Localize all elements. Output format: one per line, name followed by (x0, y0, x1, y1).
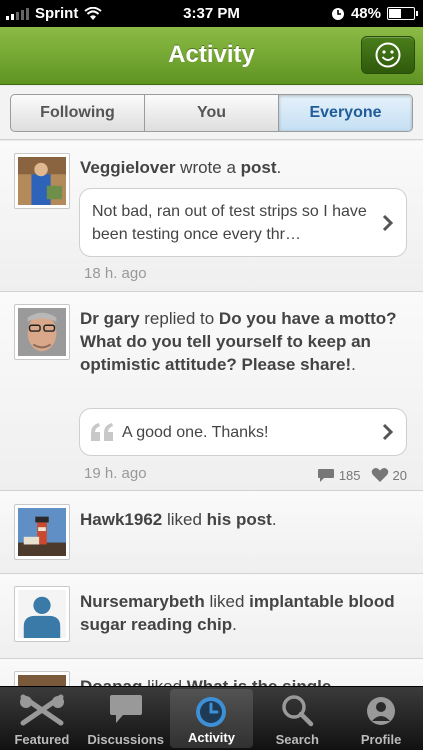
preview-text: A good one. Thanks! (122, 424, 269, 441)
feed-item[interactable]: Doapag liked What is the single (0, 659, 423, 686)
chevron-right-icon (382, 214, 394, 231)
tab-bar: Featured Discussions Activity Search Pro… (0, 686, 423, 750)
reply-stats: 185 20 (317, 467, 407, 483)
page-title: Activity (168, 41, 255, 68)
feed-item[interactable]: Veggielover wrote a post. Not bad, ran o… (0, 141, 423, 292)
avatar[interactable] (14, 304, 70, 360)
clock-icon (196, 697, 227, 727)
quote-icon (91, 423, 113, 441)
activity-text: Dr gary replied to Do you have a motto? … (80, 309, 397, 374)
user-photo-icon (18, 675, 66, 686)
activity-text: Doapag liked What is the single (80, 675, 411, 686)
battery-icon (387, 7, 418, 20)
search-icon (282, 695, 314, 727)
tab-label: Discussions (87, 732, 164, 747)
comment-count: 185 (338, 467, 361, 483)
battery-percent: 48% (350, 5, 381, 22)
segment-following[interactable]: Following (11, 95, 145, 131)
activity-text: Veggielover wrote a post. (80, 158, 282, 177)
feed-item[interactable]: Nursemarybeth liked implantable blood su… (0, 574, 423, 659)
avatar[interactable] (14, 153, 70, 209)
comment-icon (317, 468, 334, 482)
segment-you[interactable]: You (145, 95, 279, 131)
chevron-right-icon (382, 423, 394, 441)
like-count: 20 (392, 467, 407, 483)
avatar[interactable] (14, 504, 70, 560)
post-preview[interactable]: Not bad, ran out of test strips so I hav… (79, 188, 407, 257)
profile-icon (367, 697, 396, 725)
reply-preview[interactable]: A good one. Thanks! (79, 408, 407, 456)
username[interactable]: Doapag (80, 677, 142, 686)
avatar[interactable] (14, 671, 70, 686)
user-photo-icon (18, 308, 66, 356)
user-photo-icon (18, 157, 66, 205)
tab-label: Activity (188, 730, 235, 745)
tab-discussions[interactable]: Discussions (84, 687, 168, 750)
segmented-control: Following You Everyone (10, 94, 413, 132)
mood-button[interactable] (361, 36, 415, 74)
username[interactable]: Dr gary (80, 309, 140, 328)
preview-text: Not bad, ran out of test strips so I hav… (92, 203, 367, 243)
activity-target[interactable]: What is the single (187, 677, 332, 686)
nav-bar: Activity (0, 27, 423, 85)
alarm-clock-icon (331, 7, 344, 20)
feed-item[interactable]: Hawk1962 liked his post. (0, 491, 423, 574)
tab-activity[interactable]: Activity (169, 689, 254, 748)
username[interactable]: Nursemarybeth (80, 592, 205, 611)
activity-target[interactable]: his post (207, 510, 272, 529)
featured-icon (19, 694, 64, 726)
tab-featured[interactable]: Featured (0, 687, 84, 750)
timestamp: 18 h. ago (84, 265, 147, 282)
activity-text: Hawk1962 liked his post. (80, 510, 277, 529)
username[interactable]: Hawk1962 (80, 510, 162, 529)
activity-text: Nursemarybeth liked implantable blood su… (80, 592, 395, 634)
status-bar: Sprint 3:37 PM 48% (0, 0, 423, 27)
username[interactable]: Veggielover (80, 158, 175, 177)
tab-label: Profile (360, 732, 402, 747)
filter-bar: Following You Everyone (0, 86, 423, 140)
tab-label: Search (275, 732, 319, 747)
activity-feed: Veggielover wrote a post. Not bad, ran o… (0, 141, 423, 686)
timestamp: 19 h. ago (84, 465, 147, 482)
tab-search[interactable]: Search (255, 687, 339, 750)
speech-bubble-icon (109, 695, 142, 723)
smiley-icon (375, 42, 401, 68)
feed-item[interactable]: Dr gary replied to Do you have a motto? … (0, 292, 423, 491)
heart-icon (371, 468, 388, 482)
activity-target[interactable]: post (241, 158, 277, 177)
tab-profile[interactable]: Profile (339, 687, 423, 750)
tab-label: Featured (14, 732, 70, 747)
segment-everyone[interactable]: Everyone (279, 95, 412, 131)
default-user-icon (18, 590, 66, 638)
avatar[interactable] (14, 586, 70, 642)
lighthouse-photo-icon (18, 508, 66, 556)
